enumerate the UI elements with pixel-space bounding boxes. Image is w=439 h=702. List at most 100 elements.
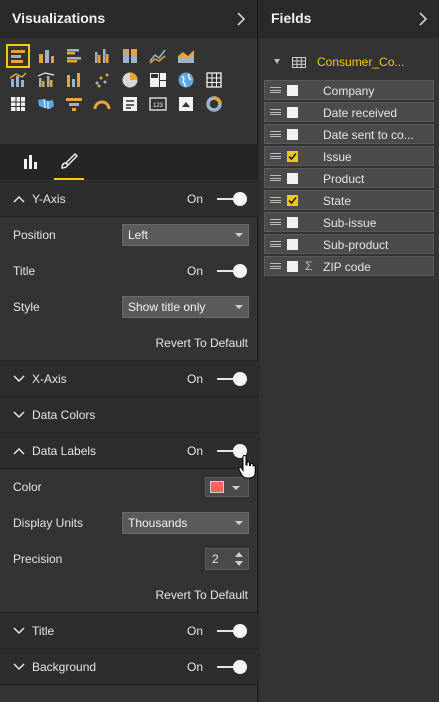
field-checkbox-checked[interactable]: [287, 195, 298, 206]
style-select[interactable]: Show title only: [122, 296, 249, 318]
funnel-icon[interactable]: [64, 94, 84, 114]
expand-triangle-icon[interactable]: [274, 59, 280, 64]
chevron-down-icon: [235, 233, 243, 237]
line-chart-icon[interactable]: [148, 46, 168, 66]
drag-handle-icon[interactable]: [270, 131, 281, 137]
drag-handle-icon[interactable]: [270, 153, 281, 159]
field-name: Issue: [323, 150, 352, 164]
field-item[interactable]: Sub-issue: [264, 212, 434, 232]
gauge-icon[interactable]: [92, 94, 112, 114]
stacked-column-chart-icon[interactable]: [36, 46, 56, 66]
chevron-right-icon[interactable]: [235, 12, 247, 26]
caret-up-icon[interactable]: [13, 194, 25, 204]
field-checkbox[interactable]: [287, 85, 298, 96]
field-name: Date sent to co...: [323, 128, 414, 142]
position-select[interactable]: Left: [122, 224, 249, 246]
field-checkbox[interactable]: [287, 129, 298, 140]
drag-handle-icon[interactable]: [270, 87, 281, 93]
title-section[interactable]: Title On: [0, 613, 258, 649]
drag-handle-icon[interactable]: [270, 219, 281, 225]
sigma-icon: Σ: [305, 259, 313, 273]
title-toggle[interactable]: [217, 264, 249, 278]
matrix-icon[interactable]: [8, 94, 28, 114]
arrow-up-icon[interactable]: [235, 552, 243, 557]
format-paintbrush-icon[interactable]: [54, 151, 84, 180]
kpi-icon[interactable]: [176, 94, 196, 114]
style-value: Show title only: [128, 300, 206, 314]
field-checkbox[interactable]: [287, 217, 298, 228]
title-section-state: On: [187, 624, 204, 638]
table-node[interactable]: Consumer_Co...: [274, 55, 434, 71]
table-icon[interactable]: [204, 70, 224, 90]
drag-handle-icon[interactable]: [270, 241, 281, 247]
clustered-column-chart-icon[interactable]: [92, 46, 112, 66]
revert-to-default-button[interactable]: Revert To Default: [156, 336, 249, 350]
scatter-chart-icon[interactable]: [92, 70, 112, 90]
svg-text:123: 123: [153, 103, 164, 109]
position-value: Left: [128, 228, 149, 242]
color-picker[interactable]: [205, 477, 249, 497]
y-axis-toggle[interactable]: [217, 192, 249, 206]
field-checkbox[interactable]: [287, 173, 298, 184]
drag-handle-icon[interactable]: [270, 175, 281, 181]
donut-chart-icon[interactable]: [204, 94, 224, 114]
data-colors-section[interactable]: Data Colors: [0, 397, 258, 433]
background-state: On: [187, 660, 204, 674]
treemap-icon[interactable]: [148, 70, 168, 90]
caret-down-icon[interactable]: [13, 374, 25, 384]
arrow-down-icon[interactable]: [235, 561, 243, 566]
caret-down-icon[interactable]: [13, 626, 25, 636]
line-and-clustered-column-chart-icon[interactable]: [36, 70, 56, 90]
precision-stepper[interactable]: 2: [205, 548, 249, 570]
title-section-title: Title: [32, 624, 55, 638]
drag-handle-icon[interactable]: [270, 197, 281, 203]
hand-cursor-icon: [238, 454, 256, 479]
chevron-down-icon: [232, 486, 240, 490]
display-units-row: Display Units Thousands: [0, 505, 258, 541]
line-and-stacked-column-chart-icon[interactable]: [8, 70, 28, 90]
ribbon-chart-icon[interactable]: [64, 70, 84, 90]
100-stacked-bar-chart-icon[interactable]: [120, 46, 140, 66]
globe-map-icon[interactable]: [176, 70, 196, 90]
field-checkbox[interactable]: [287, 261, 298, 272]
field-item[interactable]: Date sent to co...: [264, 124, 434, 144]
stacked-bar-chart-icon[interactable]: [6, 44, 30, 68]
filled-map-icon[interactable]: [36, 94, 56, 114]
title-section-toggle[interactable]: [217, 624, 249, 638]
field-item[interactable]: Date received: [264, 102, 434, 122]
revert-to-default-button[interactable]: Revert To Default: [156, 588, 249, 602]
field-item[interactable]: Issue: [264, 146, 434, 166]
caret-up-icon[interactable]: [13, 446, 25, 456]
clustered-bar-chart-icon[interactable]: [64, 46, 84, 66]
multi-row-card-icon[interactable]: [120, 94, 140, 114]
x-axis-section[interactable]: X-Axis On: [0, 361, 258, 397]
area-chart-icon[interactable]: [176, 46, 196, 66]
data-labels-section[interactable]: Data Labels On: [0, 433, 258, 469]
field-checkbox-checked[interactable]: [287, 151, 298, 162]
field-item[interactable]: Product: [264, 168, 434, 188]
revert-row: Revert To Default: [0, 577, 258, 613]
chevron-right-icon[interactable]: [417, 12, 429, 26]
y-axis-section[interactable]: Y-Axis On: [0, 181, 258, 217]
display-units-select[interactable]: Thousands: [122, 512, 249, 534]
caret-down-icon[interactable]: [13, 662, 25, 672]
pie-chart-icon[interactable]: [120, 70, 140, 90]
card-icon[interactable]: 123: [148, 94, 168, 114]
field-item[interactable]: Σ ZIP code: [264, 256, 434, 276]
drag-handle-icon[interactable]: [270, 263, 281, 269]
style-label: Style: [13, 300, 40, 314]
field-item[interactable]: Company: [264, 80, 434, 100]
title-row: Title On: [0, 253, 258, 289]
background-section[interactable]: Background On: [0, 649, 258, 685]
field-checkbox[interactable]: [287, 107, 298, 118]
x-axis-title: X-Axis: [32, 372, 67, 386]
field-item[interactable]: State: [264, 190, 434, 210]
background-toggle[interactable]: [217, 660, 249, 674]
caret-down-icon[interactable]: [13, 410, 25, 420]
field-item[interactable]: Sub-product: [264, 234, 434, 254]
fields-tab-icon[interactable]: [20, 151, 42, 173]
revert-row: Revert To Default: [0, 325, 258, 361]
x-axis-toggle[interactable]: [217, 372, 249, 386]
field-checkbox[interactable]: [287, 239, 298, 250]
drag-handle-icon[interactable]: [270, 109, 281, 115]
